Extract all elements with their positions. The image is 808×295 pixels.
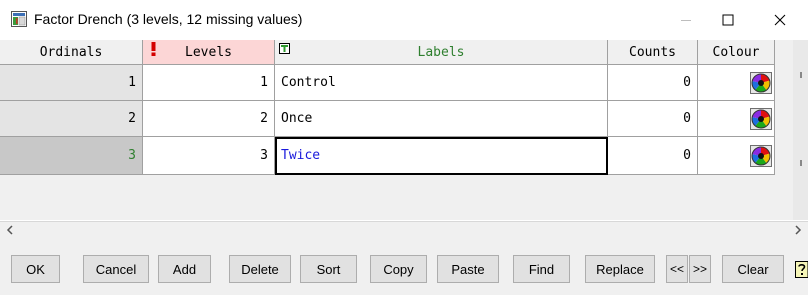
close-button[interactable]: [759, 6, 801, 34]
row-header-selected[interactable]: 3: [0, 137, 143, 175]
copy-button[interactable]: Copy: [370, 255, 427, 283]
labels-cell[interactable]: Control: [275, 65, 608, 101]
next-button[interactable]: >>: [689, 255, 711, 283]
chevron-left-icon: [6, 225, 13, 235]
text-type-icon: [279, 43, 290, 54]
levels-cell[interactable]: 2: [143, 101, 275, 137]
column-header-label: Colour: [712, 44, 760, 60]
help-icon[interactable]: [795, 261, 808, 278]
levels-cell[interactable]: 3: [143, 137, 275, 175]
colour-cell[interactable]: [698, 101, 775, 137]
minimize-button[interactable]: [665, 6, 707, 34]
column-header-counts[interactable]: Counts: [608, 40, 698, 65]
close-icon: [774, 14, 786, 26]
scroll-left-button[interactable]: [2, 222, 18, 238]
column-header-label: Counts: [629, 44, 676, 60]
color-wheel-icon[interactable]: [750, 144, 772, 167]
counts-cell: 0: [608, 101, 698, 137]
column-header-levels[interactable]: Levels: [143, 40, 275, 65]
column-header-label: Labels: [417, 44, 465, 60]
find-button[interactable]: Find: [513, 255, 570, 283]
column-header-labels[interactable]: Labels: [275, 40, 608, 65]
clear-button[interactable]: Clear: [722, 255, 784, 283]
paste-button[interactable]: Paste: [437, 255, 499, 283]
column-header-ordinals[interactable]: Ordinals: [0, 40, 143, 65]
previous-button[interactable]: <<: [666, 255, 688, 283]
column-header-colour[interactable]: Colour: [698, 40, 775, 65]
labels-cell[interactable]: Once: [275, 101, 608, 137]
sort-button[interactable]: Sort: [300, 255, 357, 283]
counts-cell: 0: [608, 137, 698, 175]
column-header-label: Levels: [185, 44, 232, 60]
add-button[interactable]: Add: [158, 255, 211, 283]
horizontal-scrollbar[interactable]: [0, 221, 808, 238]
delete-button[interactable]: Delete: [229, 255, 291, 283]
minimize-icon: [681, 20, 691, 21]
window-title: Factor Drench (3 levels, 12 missing valu…: [34, 11, 303, 27]
row-header[interactable]: 1: [0, 65, 143, 101]
chevron-right-icon: [795, 225, 802, 235]
color-wheel-icon[interactable]: [750, 71, 772, 94]
button-toolbar: OK Cancel Add Delete Sort Copy Paste Fin…: [0, 238, 808, 295]
maximize-button[interactable]: [707, 6, 749, 34]
counts-cell: 0: [608, 65, 698, 101]
factor-grid: Ordinals Levels Labels Counts Colour Ord…: [0, 40, 808, 220]
maximize-icon: [722, 14, 734, 26]
row-header[interactable]: 2: [0, 101, 143, 137]
cancel-button[interactable]: Cancel: [83, 255, 149, 283]
vertical-scrollbar[interactable]: [793, 40, 808, 220]
color-wheel-icon[interactable]: [750, 107, 772, 130]
replace-button[interactable]: Replace: [585, 255, 655, 283]
column-header-label: Ordinals: [39, 44, 103, 60]
exclamation-icon: [151, 42, 156, 56]
title-bar: Factor Drench (3 levels, 12 missing valu…: [0, 0, 808, 40]
colour-cell[interactable]: [698, 137, 775, 175]
ok-button[interactable]: OK: [11, 255, 60, 283]
levels-cell[interactable]: 1: [143, 65, 275, 101]
scroll-right-button[interactable]: [790, 222, 806, 238]
colour-cell[interactable]: [698, 65, 775, 101]
labels-edit-cell[interactable]: Twice: [275, 137, 608, 175]
factor-spreadsheet-icon: [11, 11, 27, 27]
